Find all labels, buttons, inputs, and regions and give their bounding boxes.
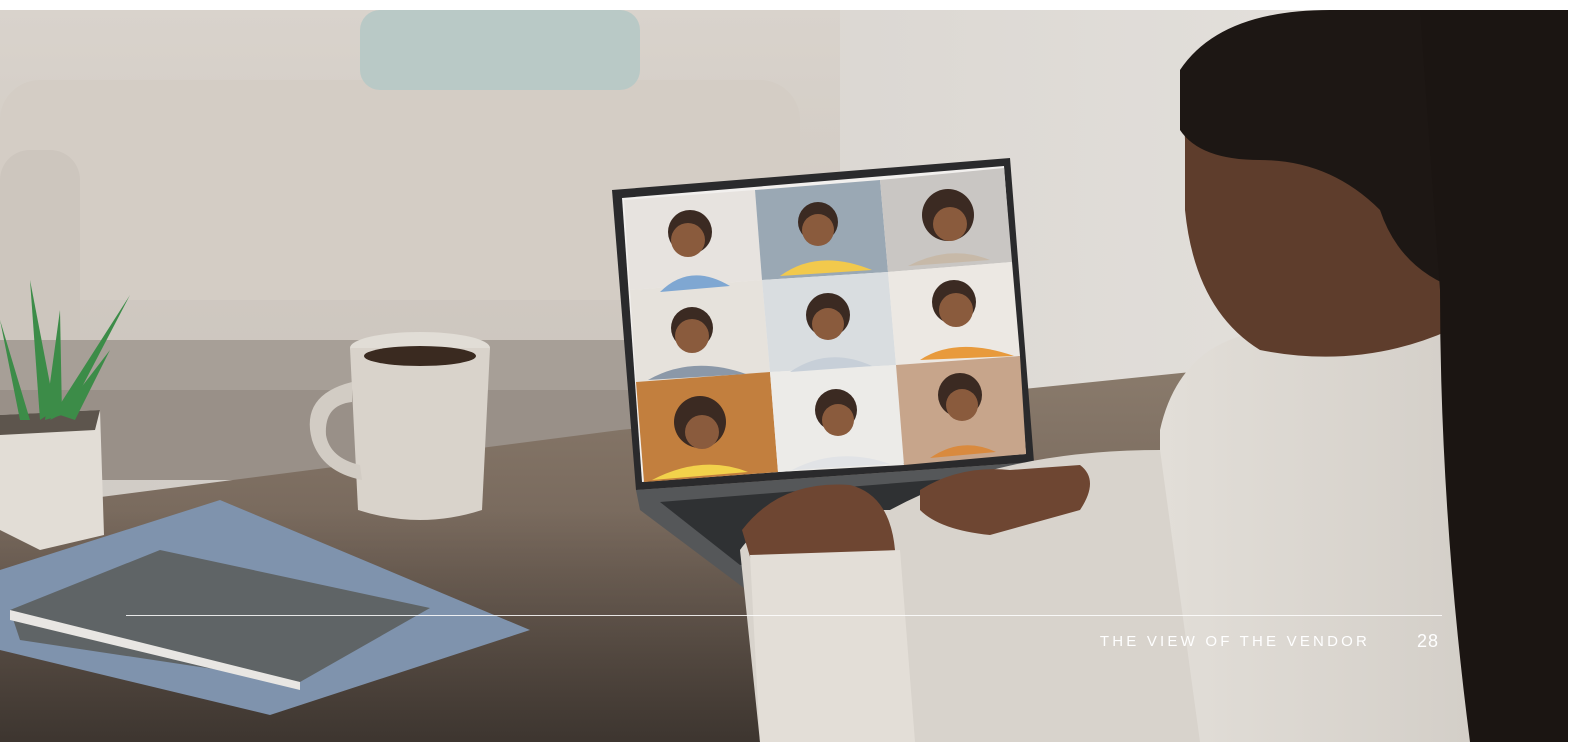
footer-section-title: THE VIEW OF THE VENDOR (1099, 633, 1370, 650)
page-number: 28 (1417, 631, 1440, 651)
footer-divider (126, 615, 1442, 616)
page: THE VIEW OF THE VENDOR 28 (0, 0, 1588, 752)
